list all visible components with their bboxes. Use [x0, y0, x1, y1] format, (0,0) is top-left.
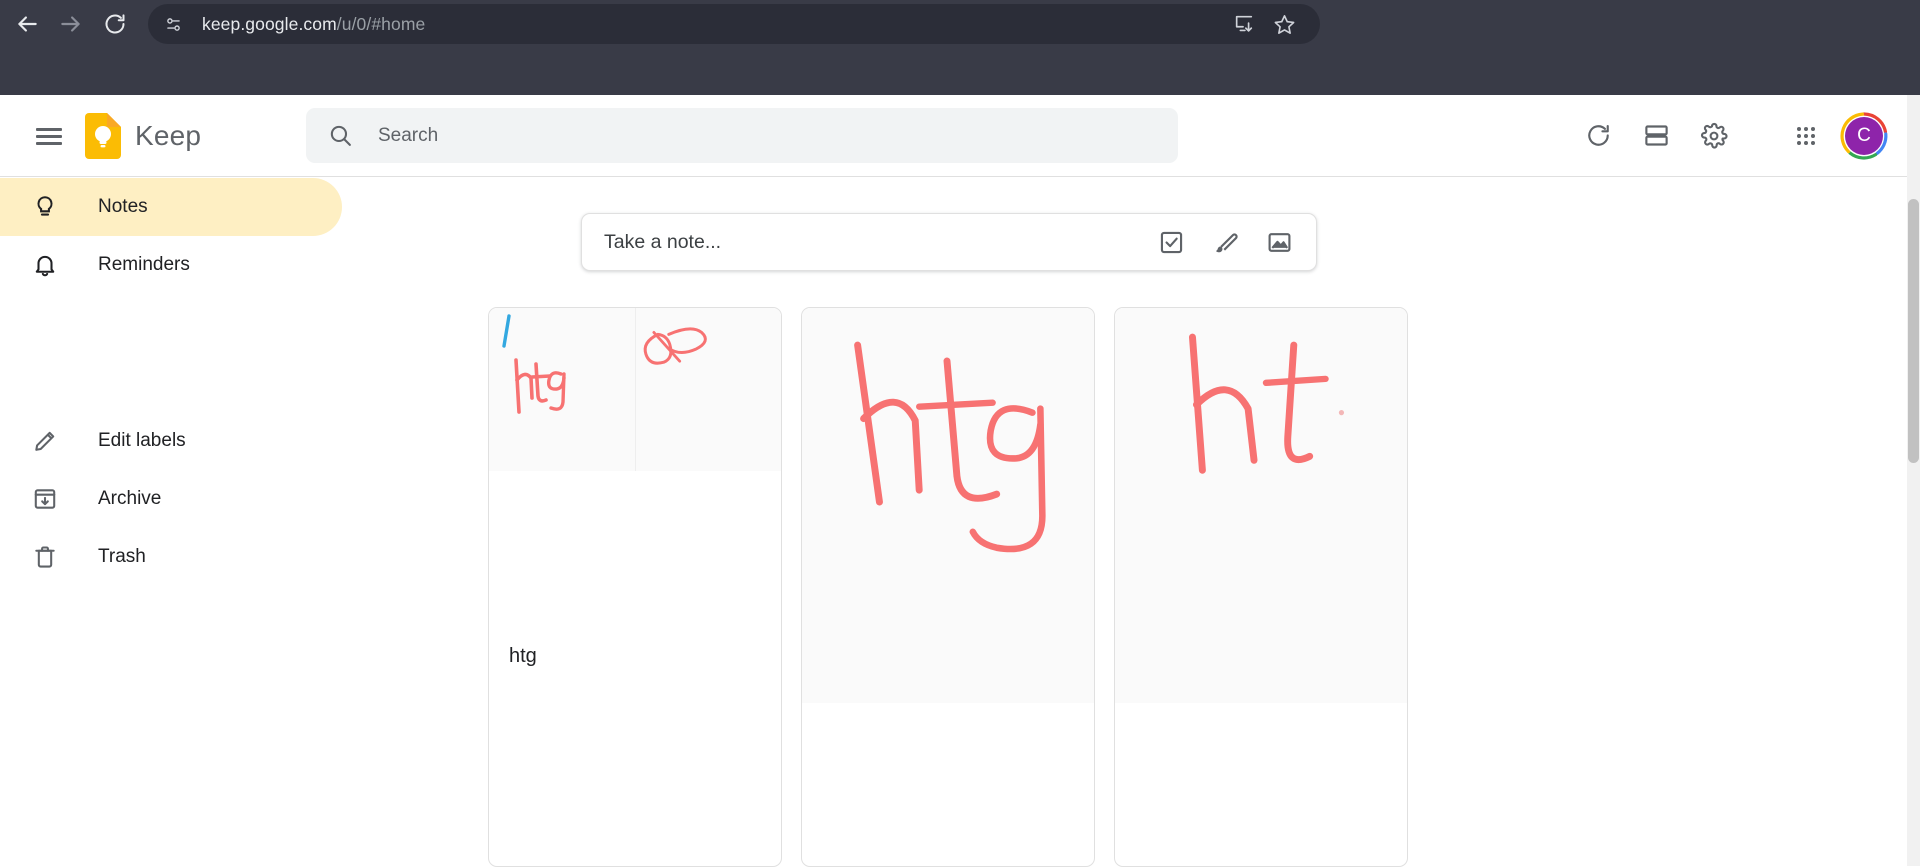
page-scrollbar[interactable]	[1907, 95, 1920, 866]
notes-grid: htg	[488, 307, 1408, 867]
archive-icon	[30, 486, 60, 512]
sidebar: Notes Reminders Edit labels Archive Tras…	[0, 178, 342, 866]
list-view-button[interactable]	[1630, 110, 1682, 162]
avatar[interactable]: C	[1838, 110, 1890, 162]
address-bar[interactable]: keep.google.com/u/0/#home	[148, 4, 1320, 44]
note-card[interactable]	[801, 307, 1095, 867]
note-drawings	[489, 308, 781, 471]
note-card[interactable]: htg	[488, 307, 782, 867]
search-input[interactable]: Search	[306, 108, 1178, 163]
forward-arrow-icon[interactable]	[52, 5, 90, 43]
site-settings-icon[interactable]	[158, 9, 188, 39]
note-card[interactable]	[1114, 307, 1408, 867]
trash-icon	[30, 544, 60, 570]
sidebar-item-archive[interactable]: Archive	[0, 470, 342, 528]
url-text: keep.google.com/u/0/#home	[202, 14, 425, 35]
install-app-icon[interactable]	[1228, 8, 1260, 40]
bell-icon	[30, 252, 60, 278]
apps-grid-button[interactable]	[1780, 110, 1832, 162]
note-text: htg	[509, 645, 537, 667]
sidebar-item-edit-labels[interactable]: Edit labels	[0, 412, 342, 470]
bookmark-star-icon[interactable]	[1268, 8, 1300, 40]
sidebar-item-label: Reminders	[98, 254, 190, 275]
scrollbar-thumb[interactable]	[1908, 199, 1919, 463]
settings-button[interactable]	[1688, 110, 1740, 162]
take-a-note-composer[interactable]: Take a note...	[581, 213, 1317, 271]
drawing-ht-large[interactable]	[1115, 308, 1407, 703]
drawing-htg-blue-red[interactable]	[489, 308, 635, 471]
composer-placeholder: Take a note...	[604, 230, 722, 253]
url-host: keep.google.com	[202, 13, 337, 34]
pencil-icon	[30, 428, 60, 454]
drawing-htg-large[interactable]	[802, 308, 1094, 703]
page-title: Keep	[135, 120, 202, 151]
sidebar-item-notes[interactable]: Notes	[0, 178, 342, 236]
sidebar-item-label: Edit labels	[98, 430, 186, 451]
sidebar-item-reminders[interactable]: Reminders	[0, 236, 342, 294]
reload-icon[interactable]	[96, 5, 134, 43]
composer-actions	[1144, 218, 1306, 266]
new-list-button[interactable]	[1144, 218, 1198, 266]
sidebar-item-trash[interactable]: Trash	[0, 528, 342, 586]
new-drawing-button[interactable]	[1198, 218, 1252, 266]
keep-app-header: Keep Search C	[0, 95, 1920, 177]
lightbulb-icon	[30, 194, 60, 220]
sidebar-item-label: Trash	[98, 546, 146, 567]
hamburger-menu-icon[interactable]	[26, 113, 72, 159]
sidebar-item-label: Notes	[98, 196, 148, 217]
refresh-button[interactable]	[1572, 110, 1624, 162]
browser-chrome: keep.google.com/u/0/#home	[0, 0, 1920, 95]
avatar-initial: C	[1845, 116, 1883, 155]
header-actions: C	[1572, 108, 1920, 163]
search-icon	[328, 123, 353, 148]
main-content: Take a note... htg	[342, 178, 1920, 867]
new-image-button[interactable]	[1252, 218, 1306, 266]
drawing-red-scribble[interactable]	[635, 308, 781, 471]
keep-logo-icon	[85, 113, 121, 159]
back-arrow-icon[interactable]	[8, 5, 46, 43]
search-placeholder: Search	[378, 124, 439, 146]
url-path: /u/0/#home	[336, 13, 426, 34]
sidebar-item-label: Archive	[98, 488, 162, 509]
